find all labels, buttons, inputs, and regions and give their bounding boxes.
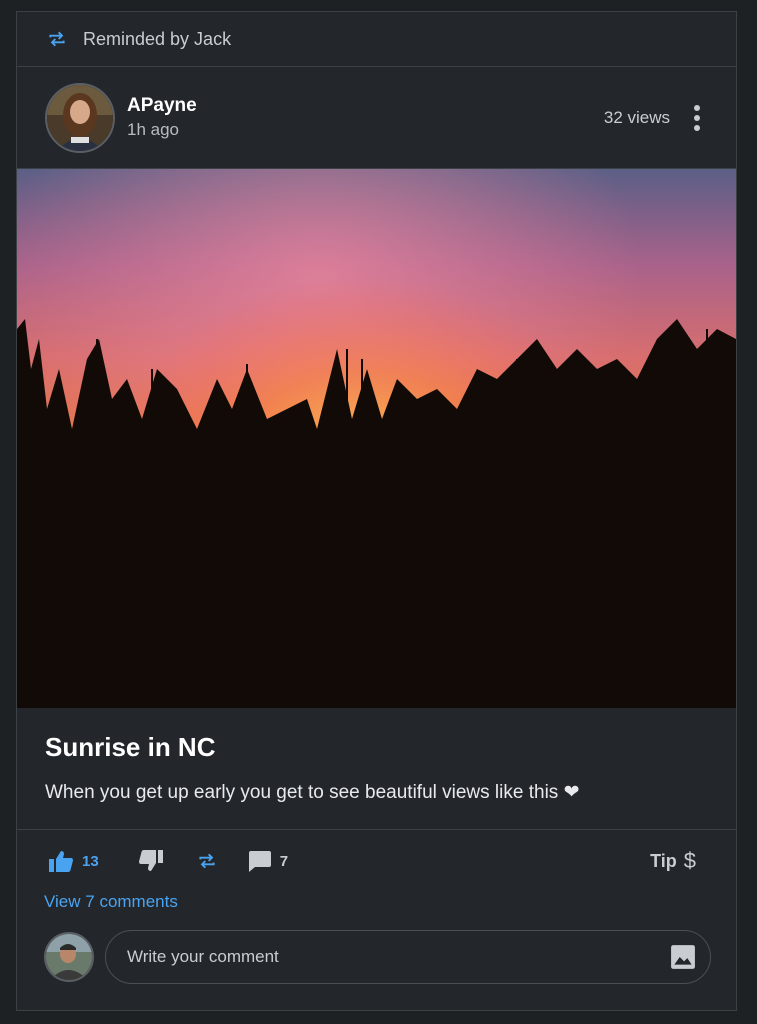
tip-button[interactable]: Tip $ [650,848,696,874]
image-attach-icon[interactable] [670,944,696,970]
remind-icon [47,29,67,49]
tip-label: Tip [650,850,677,871]
comment-input[interactable] [127,947,670,967]
view-comments-link[interactable]: View 7 comments [17,892,736,918]
thumbs-down-icon [138,850,163,871]
remind-bar: Reminded by Jack [17,12,736,67]
comment-icon [248,850,271,872]
comment-button[interactable]: 7 [248,850,289,872]
comment-composer [17,930,736,984]
upvote-count: 13 [82,852,99,870]
owner-block: APayne 1h ago 32 views [17,67,736,169]
post-time[interactable]: 1h ago [127,120,197,140]
thumbs-up-button[interactable]: 13 [49,850,99,872]
remind-text: Reminded by Jack [83,28,232,49]
remind-button[interactable] [197,851,217,871]
activity-card: Reminded by Jack APayne 1h ago 32 views [16,11,737,1011]
thumbs-down-button[interactable] [138,850,163,872]
more-options-icon[interactable] [692,101,702,135]
action-bar: 13 7 Tip $ [17,830,736,892]
owner-name[interactable]: APayne [127,95,197,117]
post-image[interactable] [17,169,736,708]
owner-avatar[interactable] [45,82,115,153]
remind-icon [199,853,215,869]
dollar-icon: $ [683,848,696,873]
comment-input-wrapper [105,930,711,984]
current-user-avatar [44,932,94,982]
post-title[interactable]: Sunrise in NC [45,732,708,763]
view-count: 32 views [603,107,670,127]
post-description: When you get up early you get to see bea… [45,782,580,803]
thumbs-up-icon [49,851,73,872]
post-body: Sunrise in NC When you get up early you … [17,708,736,830]
comment-count: 7 [279,852,289,870]
